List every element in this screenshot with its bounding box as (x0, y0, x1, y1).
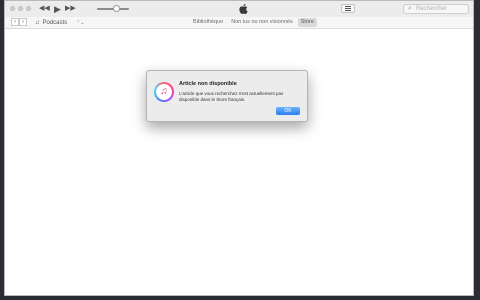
music-note-icon: ♫ (156, 84, 172, 100)
zoom-window-button[interactable] (26, 6, 31, 11)
toolbar: ◀◀ ▶ ▶▶ ⌕ Rechercher (5, 1, 473, 18)
itunes-window: ◀◀ ▶ ▶▶ ⌕ Rechercher ‹ › ♫ Podcasts ⌃⌄ B… (4, 0, 474, 296)
search-icon: ⌕ (408, 5, 412, 12)
dialog-title: Article non disponible (179, 81, 237, 87)
tab-library[interactable]: Bibliothèque (190, 18, 226, 27)
volume-slider-knob[interactable] (113, 5, 120, 12)
tab-store[interactable]: Store (297, 18, 317, 27)
media-picker-label: Podcasts (42, 19, 68, 26)
content-area (5, 29, 473, 295)
podcast-icon: ♫ (35, 19, 40, 26)
minimize-window-button[interactable] (18, 6, 23, 11)
view-tabs: Bibliothèque Non lus ou non visionnés St… (190, 18, 317, 27)
forward-button[interactable]: › (19, 18, 27, 26)
itunes-app-icon: ♫ (154, 82, 174, 102)
dialog-message: L'article que vous recherchez n'est actu… (179, 91, 284, 102)
back-button[interactable]: ‹ (11, 18, 19, 26)
close-window-button[interactable] (10, 6, 15, 11)
up-next-list-button[interactable] (341, 4, 355, 13)
search-placeholder: Rechercher (416, 6, 448, 12)
search-field[interactable]: ⌕ Rechercher (403, 4, 469, 14)
tab-unplayed[interactable]: Non lus ou non visionnés (228, 18, 295, 27)
navigation-bar: ‹ › ♫ Podcasts ⌃⌄ Bibliothèque Non lus o… (5, 17, 473, 29)
rewind-icon[interactable]: ◀◀ (39, 4, 50, 14)
play-icon[interactable]: ▶ (54, 4, 61, 14)
window-controls (10, 6, 31, 11)
apple-logo-icon (239, 3, 248, 15)
media-picker[interactable]: ♫ Podcasts ⌃⌄ (35, 18, 85, 27)
chevron-updown-icon: ⌃⌄ (76, 19, 85, 26)
ok-button[interactable]: OK (276, 107, 300, 115)
history-buttons: ‹ › (11, 18, 27, 26)
fast-forward-icon[interactable]: ▶▶ (65, 4, 76, 14)
alert-dialog: ♫ Article non disponible L'article que v… (146, 70, 308, 122)
